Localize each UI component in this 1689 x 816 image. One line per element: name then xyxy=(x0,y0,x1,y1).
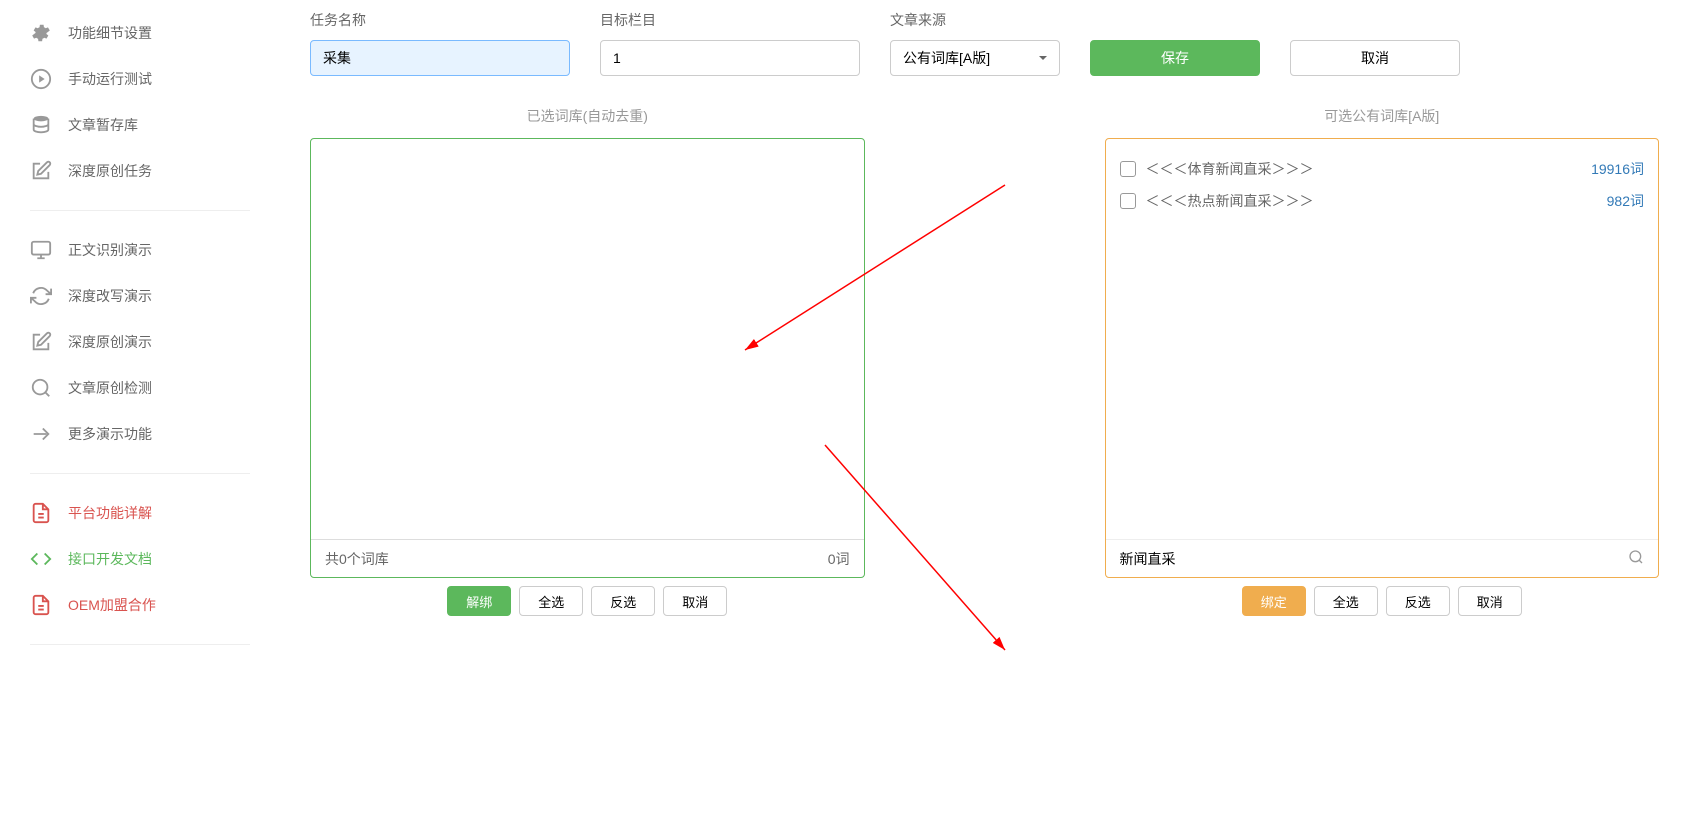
check-count: 19916词 xyxy=(1591,159,1644,179)
select-all-button[interactable]: 全选 xyxy=(1314,586,1378,616)
nav-label: 文章暂存库 xyxy=(68,115,138,135)
sidebar: 功能细节设置 手动运行测试 文章暂存库 深度原创任务 正文识别演示 深度改写演示… xyxy=(0,0,280,661)
invert-button[interactable]: 反选 xyxy=(591,586,655,616)
nav-original-demo[interactable]: 深度原创演示 xyxy=(30,319,250,365)
nav-label: 更多演示功能 xyxy=(68,424,152,444)
divider xyxy=(30,210,250,211)
nav-deep-original-task[interactable]: 深度原创任务 xyxy=(30,148,250,194)
nav-label: 深度原创演示 xyxy=(68,332,152,352)
nav-label: 手动运行测试 xyxy=(68,69,152,89)
source-select[interactable]: 公有词库[A版] xyxy=(890,40,1060,76)
nav-article-storage[interactable]: 文章暂存库 xyxy=(30,102,250,148)
desktop-icon xyxy=(30,239,52,261)
bind-button[interactable]: 绑定 xyxy=(1242,586,1306,616)
unbind-button[interactable]: 解绑 xyxy=(447,586,511,616)
save-group: 保存 xyxy=(1090,10,1260,76)
nav-api-docs[interactable]: 接口开发文档 xyxy=(30,536,250,582)
target-col-input[interactable] xyxy=(600,40,860,76)
edit-icon xyxy=(30,160,52,182)
nav-platform-guide[interactable]: 平台功能详解 xyxy=(30,490,250,536)
save-button[interactable]: 保存 xyxy=(1090,40,1260,76)
cancel-sel-button[interactable]: 取消 xyxy=(663,586,727,616)
available-panel-title: 可选公有词库[A版] xyxy=(1105,106,1660,126)
nav-label: 深度原创任务 xyxy=(68,161,152,181)
nav-manual-run[interactable]: 手动运行测试 xyxy=(30,56,250,102)
nav-original-check[interactable]: 文章原创检测 xyxy=(30,365,250,411)
nav-oem[interactable]: OEM加盟合作 xyxy=(30,582,250,628)
check-item-hot[interactable]: ＜＜＜热点新闻直采＞＞＞ 982词 xyxy=(1120,185,1645,217)
target-col-group: 目标栏目 xyxy=(600,10,860,76)
divider xyxy=(30,644,250,645)
task-name-input[interactable] xyxy=(310,40,570,76)
selected-panel-footer: 共0个词库 0词 xyxy=(311,539,864,577)
main-content: 任务名称 目标栏目 文章来源 公有词库[A版] 保存 取消 xyxy=(280,0,1689,661)
form-row: 任务名称 目标栏目 文章来源 公有词库[A版] 保存 取消 xyxy=(310,10,1659,76)
invert-button[interactable]: 反选 xyxy=(1386,586,1450,616)
play-icon xyxy=(30,68,52,90)
nav-settings-detail[interactable]: 功能细节设置 xyxy=(30,10,250,56)
nav-label: 功能细节设置 xyxy=(68,23,152,43)
source-label: 文章来源 xyxy=(890,10,1060,30)
nav-label: 正文识别演示 xyxy=(68,240,152,260)
cancel-group: 取消 xyxy=(1290,10,1460,76)
file-icon xyxy=(30,502,52,524)
nav-rewrite-demo[interactable]: 深度改写演示 xyxy=(30,273,250,319)
available-panel-footer xyxy=(1106,539,1659,577)
available-panel-box: ＜＜＜体育新闻直采＞＞＞ 19916词 ＜＜＜热点新闻直采＞＞＞ 982词 xyxy=(1105,138,1660,578)
refresh-icon xyxy=(30,285,52,307)
cancel-button[interactable]: 取消 xyxy=(1290,40,1460,76)
task-name-group: 任务名称 xyxy=(310,10,570,76)
nav-label: 深度改写演示 xyxy=(68,286,152,306)
target-col-label: 目标栏目 xyxy=(600,10,860,30)
divider xyxy=(30,473,250,474)
checklist: ＜＜＜体育新闻直采＞＞＞ 19916词 ＜＜＜热点新闻直采＞＞＞ 982词 xyxy=(1106,139,1659,231)
search-icon xyxy=(30,377,52,399)
source-group: 文章来源 公有词库[A版] xyxy=(890,10,1060,76)
selected-panel: 已选词库(自动去重) 共0个词库 0词 解绑 全选 反选 取消 xyxy=(310,106,865,616)
select-all-button[interactable]: 全选 xyxy=(519,586,583,616)
cogs-icon xyxy=(30,22,52,44)
nav-label: 平台功能详解 xyxy=(68,503,152,523)
edit-icon xyxy=(30,331,52,353)
task-name-label: 任务名称 xyxy=(310,10,570,30)
available-buttons: 绑定 全选 反选 取消 xyxy=(1105,586,1660,616)
nav-label: 接口开发文档 xyxy=(68,549,152,569)
nav-more-demo[interactable]: 更多演示功能 xyxy=(30,411,250,457)
check-label: ＜＜＜体育新闻直采＞＞＞ xyxy=(1146,159,1592,179)
code-icon xyxy=(30,548,52,570)
database-icon xyxy=(30,114,52,136)
search-input[interactable] xyxy=(1120,540,1629,577)
check-item-sports[interactable]: ＜＜＜体育新闻直采＞＞＞ 19916词 xyxy=(1120,153,1645,185)
cancel-avail-button[interactable]: 取消 xyxy=(1458,586,1522,616)
check-count: 982词 xyxy=(1607,191,1644,211)
check-label: ＜＜＜热点新闻直采＞＞＞ xyxy=(1146,191,1607,211)
selected-panel-title: 已选词库(自动去重) xyxy=(310,106,865,126)
share-icon xyxy=(30,423,52,445)
selected-word-count: 0词 xyxy=(828,549,850,569)
file-icon xyxy=(30,594,52,616)
nav-label: OEM加盟合作 xyxy=(68,595,156,615)
checkbox[interactable] xyxy=(1120,193,1136,209)
selected-panel-box: 共0个词库 0词 xyxy=(310,138,865,578)
nav-label: 文章原创检测 xyxy=(68,378,152,398)
checkbox[interactable] xyxy=(1120,161,1136,177)
panels: 已选词库(自动去重) 共0个词库 0词 解绑 全选 反选 取消 可选公有词库[A… xyxy=(310,106,1659,616)
selected-buttons: 解绑 全选 反选 取消 xyxy=(310,586,865,616)
selected-count-label: 共0个词库 xyxy=(325,549,389,569)
search-icon[interactable] xyxy=(1628,549,1644,568)
available-panel: 可选公有词库[A版] ＜＜＜体育新闻直采＞＞＞ 19916词 ＜＜＜热点新闻直采… xyxy=(1105,106,1660,616)
nav-content-recognition[interactable]: 正文识别演示 xyxy=(30,227,250,273)
